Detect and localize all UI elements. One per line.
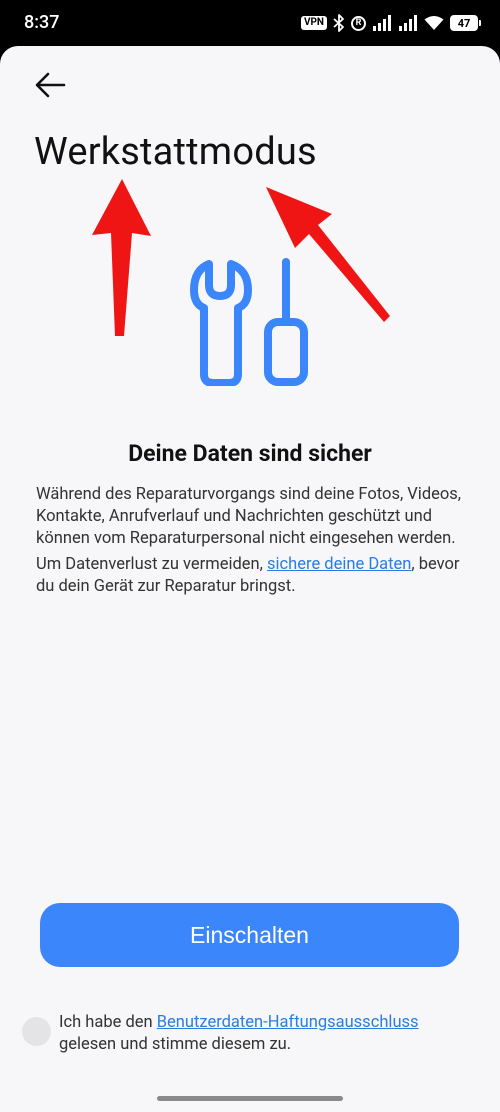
back-arrow-icon bbox=[35, 72, 66, 98]
status-bar: 8:37 VPN R 47 bbox=[0, 0, 500, 46]
bluetooth-icon bbox=[333, 14, 344, 32]
annotation-arrow-left bbox=[92, 179, 151, 336]
backup-data-link[interactable]: sichere deine Daten bbox=[267, 555, 411, 574]
enable-button[interactable]: Einschalten bbox=[40, 903, 459, 967]
consent-checkbox[interactable] bbox=[22, 1017, 51, 1046]
disclaimer-link[interactable]: Benutzerdaten-Haftungsausschluss bbox=[157, 1013, 419, 1032]
consent-text-after: gelesen und stimme diesem zu. bbox=[59, 1035, 292, 1054]
status-icons: VPN R 47 bbox=[300, 11, 481, 35]
wifi-icon bbox=[424, 16, 444, 30]
body-text: Während des Reparaturvorgangs sind deine… bbox=[36, 484, 466, 598]
registered-icon: R bbox=[351, 15, 366, 31]
tools-icon bbox=[190, 258, 308, 386]
home-indicator[interactable] bbox=[157, 1096, 343, 1101]
back-button[interactable] bbox=[30, 68, 70, 102]
status-time: 8:37 bbox=[24, 12, 60, 33]
workshop-mode-sheet: Werkstattmodus Deine Daten sind sicher W… bbox=[0, 46, 500, 1112]
battery-icon: 47 bbox=[450, 15, 481, 31]
signal-icon bbox=[373, 15, 391, 31]
vpn-icon: VPN bbox=[300, 16, 327, 30]
privacy-paragraph: Während des Reparaturvorgangs sind deine… bbox=[36, 485, 462, 548]
consent-text: Ich habe den Benutzerdaten-Haftungsaussc… bbox=[59, 1012, 469, 1056]
page-title: Werkstattmodus bbox=[34, 130, 317, 174]
backup-text-before: Um Datenverlust zu vermeiden, bbox=[36, 555, 268, 574]
headline: Deine Daten sind sicher bbox=[128, 440, 372, 467]
signal-icon bbox=[399, 15, 417, 31]
backup-paragraph: Um Datenverlust zu vermeiden, sichere de… bbox=[36, 554, 466, 598]
consent-text-before: Ich habe den bbox=[59, 1013, 157, 1032]
